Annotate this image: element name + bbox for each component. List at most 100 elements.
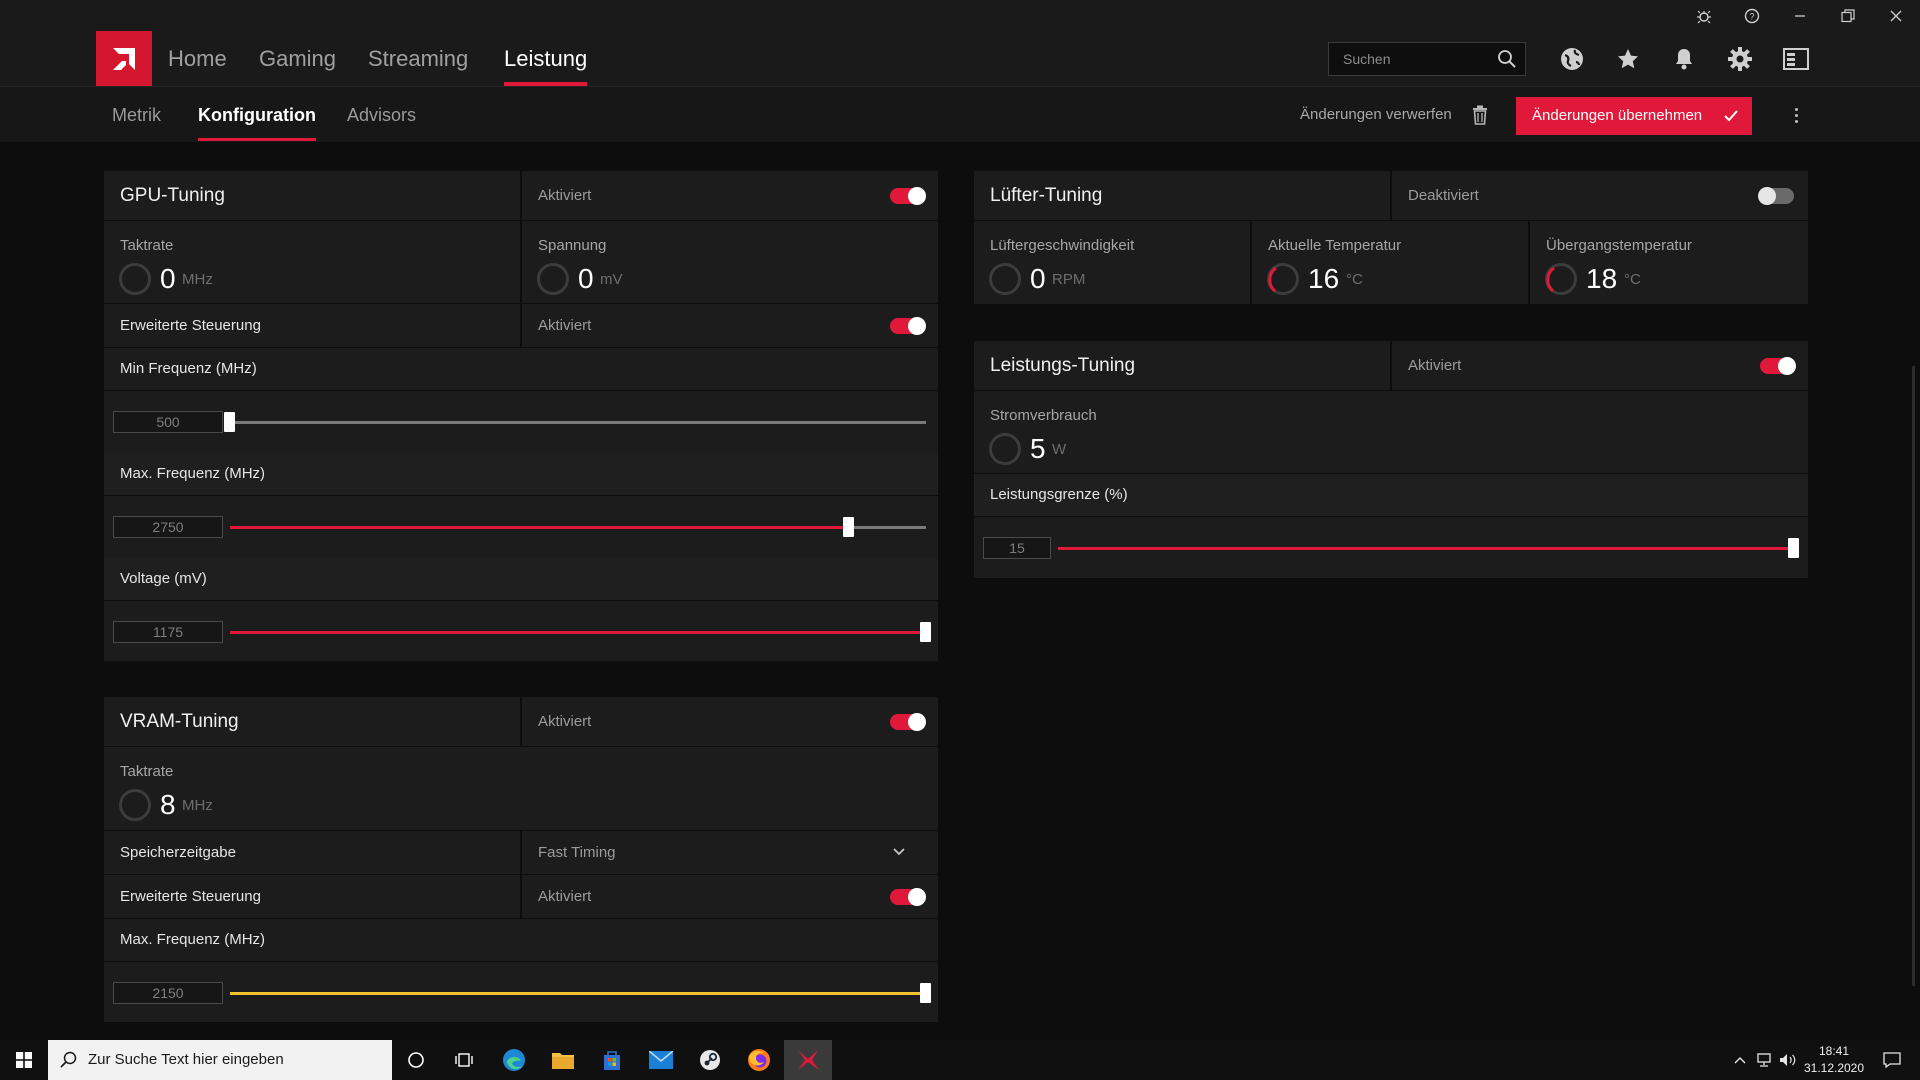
mail-icon[interactable]	[637, 1040, 685, 1080]
fan-junction-metric: 18 °C	[1544, 262, 1744, 296]
restore-button[interactable]	[1824, 0, 1872, 31]
fan-tuning-status: Deaktiviert	[1408, 187, 1479, 204]
slider-fill	[230, 992, 926, 995]
vram-advanced-label: Erweiterte Steuerung	[120, 888, 261, 905]
volume-icon[interactable]	[1776, 1040, 1800, 1080]
settings-gear-icon[interactable]	[1726, 45, 1754, 73]
gauge-icon	[989, 433, 1021, 465]
gpu-max-freq-slider-row: 2750	[104, 496, 938, 558]
gpu-max-freq-slider[interactable]	[230, 517, 926, 537]
microsoft-store-icon[interactable]	[588, 1040, 636, 1080]
slider-thumb[interactable]	[224, 412, 235, 432]
gpu-voltage-slider[interactable]	[230, 622, 931, 642]
overlay-layout-icon[interactable]	[1782, 45, 1810, 73]
fan-tuning-toggle[interactable]	[1758, 187, 1794, 205]
notification-center-icon[interactable]	[1872, 1040, 1912, 1080]
gpu-max-freq-input[interactable]: 2750	[113, 516, 223, 538]
bug-report-icon[interactable]	[1680, 0, 1728, 31]
firefox-icon[interactable]	[735, 1040, 783, 1080]
vram-timing-value: Fast Timing	[538, 844, 616, 861]
gpu-min-freq-slider[interactable]	[224, 412, 926, 432]
nav-leistung[interactable]: Leistung	[504, 31, 588, 86]
minimize-button[interactable]	[1776, 0, 1824, 31]
cortana-icon[interactable]	[392, 1040, 440, 1080]
help-icon[interactable]: ?	[1728, 0, 1776, 31]
search-icon[interactable]	[1497, 49, 1517, 74]
slider-thumb[interactable]	[1788, 538, 1799, 558]
gauge-icon	[119, 263, 151, 295]
globe-icon[interactable]	[1558, 45, 1586, 73]
power-consumption-metric: 5 W	[988, 432, 1188, 466]
taskbar-search-input[interactable]: Zur Suche Text hier eingeben	[48, 1040, 392, 1080]
file-explorer-icon[interactable]	[539, 1040, 587, 1080]
system-clock[interactable]: 18:41 31.12.2020	[1800, 1043, 1868, 1077]
vram-advanced-toggle[interactable]	[890, 888, 926, 906]
gpu-tuning-toggle[interactable]	[890, 187, 926, 205]
power-limit-slider[interactable]	[1058, 538, 1799, 558]
vram-timing-row: Speicherzeitgabe Fast Timing	[104, 831, 938, 875]
windows-start-icon[interactable]	[0, 1040, 48, 1080]
search-input[interactable]: Suchen	[1328, 42, 1526, 76]
slider-thumb[interactable]	[920, 983, 931, 1003]
amd-logo[interactable]	[96, 31, 152, 86]
vram-max-freq-slider-row: 2150	[104, 962, 938, 1022]
taskbar-search-placeholder: Zur Suche Text hier eingeben	[88, 1051, 284, 1068]
tab-konfiguration[interactable]: Konfiguration	[198, 87, 316, 143]
vram-timing-dropdown[interactable]: Fast Timing	[522, 831, 938, 874]
fan-temp-metric: 16 °C	[1266, 262, 1466, 296]
chevron-up-icon[interactable]	[1728, 1040, 1752, 1080]
power-limit-input[interactable]: 15	[983, 537, 1051, 559]
vram-metrics-row: Taktrate 8 MHz	[104, 747, 938, 831]
tab-metrik[interactable]: Metrik	[112, 87, 161, 143]
clock-date: 31.12.2020	[1803, 1061, 1865, 1075]
vram-clock-unit: MHz	[182, 797, 213, 814]
tab-advisors[interactable]: Advisors	[347, 87, 416, 143]
main-header: Home Gaming Streaming Leistung Suchen	[0, 31, 1920, 86]
trash-icon[interactable]	[1472, 105, 1488, 130]
task-view-icon[interactable]	[440, 1040, 488, 1080]
vram-max-freq-input[interactable]: 2150	[113, 982, 223, 1004]
gpu-min-freq-input[interactable]: 500	[113, 411, 223, 433]
vram-advanced-row: Erweiterte Steuerung Aktiviert	[104, 875, 938, 919]
discard-changes-button[interactable]: Änderungen verwerfen	[1300, 87, 1452, 143]
gpu-advanced-toggle[interactable]	[890, 317, 926, 335]
power-tuning-toggle[interactable]	[1760, 357, 1796, 375]
vram-tuning-panel: VRAM-Tuning Aktiviert Taktrate 8 MHz Spe…	[104, 697, 938, 1022]
more-options-icon[interactable]	[1788, 101, 1804, 129]
network-icon[interactable]	[1752, 1040, 1776, 1080]
gpu-min-freq-label: Min Frequenz (MHz)	[120, 360, 257, 377]
gauge-icon	[1267, 263, 1299, 295]
star-icon[interactable]	[1614, 45, 1642, 73]
vram-tuning-toggle[interactable]	[890, 713, 926, 731]
apply-changes-button[interactable]: Änderungen übernehmen	[1516, 97, 1752, 135]
gpu-min-freq-slider-row: 500	[104, 391, 938, 453]
gpu-voltage-slider-label-row: Voltage (mV)	[104, 558, 938, 601]
checkmark-icon	[1724, 97, 1738, 150]
power-limit-slider-row: 15	[974, 517, 1808, 578]
edge-browser-icon[interactable]	[490, 1040, 538, 1080]
gpu-max-freq-label: Max. Frequenz (MHz)	[120, 465, 266, 482]
slider-fill	[230, 631, 926, 634]
slider-fill	[230, 526, 850, 529]
amd-radeon-software-icon[interactable]	[784, 1040, 832, 1080]
steam-icon[interactable]	[686, 1040, 734, 1080]
power-tuning-status: Aktiviert	[1408, 357, 1462, 374]
bell-icon[interactable]	[1670, 45, 1698, 73]
nav-home[interactable]: Home	[168, 31, 227, 86]
gpu-voltage-slider-label: Voltage (mV)	[120, 570, 207, 587]
gpu-voltage-input[interactable]: 1175	[113, 621, 223, 643]
slider-thumb[interactable]	[920, 622, 931, 642]
vram-max-freq-slider[interactable]	[230, 983, 931, 1003]
power-tuning-header: Leistungs-Tuning Aktiviert	[974, 341, 1808, 391]
nav-gaming[interactable]: Gaming	[259, 31, 336, 86]
close-button[interactable]	[1872, 0, 1920, 31]
vertical-scrollbar[interactable]	[1912, 366, 1915, 986]
gpu-tuning-title: GPU-Tuning	[120, 185, 225, 206]
slider-thumb[interactable]	[843, 517, 855, 537]
gpu-clock-label: Taktrate	[120, 237, 174, 254]
windows-taskbar: Zur Suche Text hier eingeben 18:41 31.12…	[0, 1040, 1920, 1080]
nav-streaming[interactable]: Streaming	[368, 31, 468, 86]
power-consumption-unit: W	[1052, 441, 1067, 458]
gauge-icon	[537, 263, 569, 295]
gpu-clock-metric: 0 MHz	[118, 262, 318, 296]
